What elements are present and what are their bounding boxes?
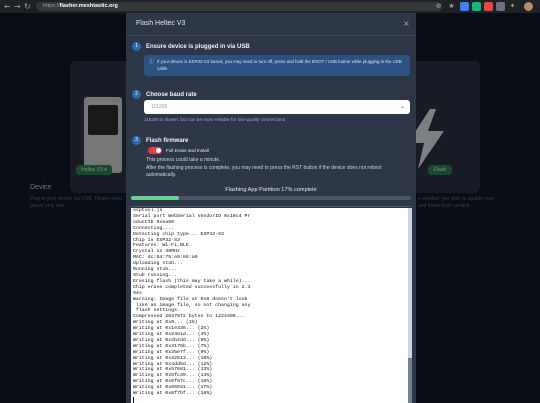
extension-icon[interactable] (484, 2, 493, 11)
step-number: 1 (132, 42, 141, 51)
extension-icon[interactable] (472, 2, 481, 11)
flash-info-text: After the flashing process is complete, … (146, 165, 382, 178)
flash-modal: Flash Heltec V3 × 1 Ensure device is plu… (126, 13, 416, 403)
progress-label: Flashing App Partition 17% complete (225, 187, 317, 193)
chevron-down-icon: ⌄ (400, 103, 406, 110)
browser-toolbar: ← → ↻ https://flasher.meshtastic.org ⊕ ★… (0, 0, 540, 13)
baud-rate-value: 115200 (151, 104, 168, 110)
divider (126, 35, 416, 36)
step-number: 2 (132, 90, 141, 99)
alert-text: If your device is ESP32-S3 based, you ma… (157, 59, 402, 71)
step-title: Choose baud rate (146, 92, 197, 98)
info-icon: ⓘ (149, 59, 155, 65)
address-bar[interactable]: https://flasher.meshtastic.org (36, 2, 442, 11)
reload-icon[interactable]: ↻ (24, 1, 31, 12)
step-title: Ensure device is plugged in via USB (146, 44, 250, 50)
progress-fill (131, 196, 179, 200)
step-title: Flash firmware (146, 138, 189, 144)
extension-icon[interactable] (496, 2, 505, 11)
baud-help-text: 115200 is slower, but can be more reliab… (144, 117, 287, 122)
flash-info-text: This process could take a minute. (146, 157, 221, 163)
console-scrollbar[interactable] (408, 208, 412, 403)
toggle-label: Full Erase and Install (166, 148, 209, 153)
progress-bar (131, 196, 411, 200)
forward-icon[interactable]: → (14, 1, 21, 12)
close-icon[interactable]: × (403, 19, 410, 28)
console-cursor (131, 397, 408, 403)
modal-title: Flash Heltec V3 (136, 20, 186, 27)
full-erase-toggle[interactable] (148, 147, 162, 154)
scrollbar-thumb[interactable] (408, 358, 412, 403)
console-output[interactable]: esptool.js Serial port WebSerial VendorID… (131, 208, 408, 403)
star-icon[interactable]: ★ (447, 2, 456, 11)
info-alert: ⓘ If your device is ESP32-S3 based, you … (144, 55, 410, 76)
avatar[interactable] (524, 2, 533, 11)
step-number: 3 (132, 136, 141, 145)
extension-icon[interactable] (460, 2, 469, 11)
baud-rate-select[interactable]: 115200 ⌄ (144, 100, 410, 114)
divider (131, 206, 411, 207)
install-icon[interactable]: ⊕ (434, 2, 443, 11)
puzzle-icon[interactable]: ✦ (508, 2, 517, 11)
url-text: https://flasher.meshtastic.org (43, 3, 118, 9)
back-icon[interactable]: ← (4, 1, 11, 12)
